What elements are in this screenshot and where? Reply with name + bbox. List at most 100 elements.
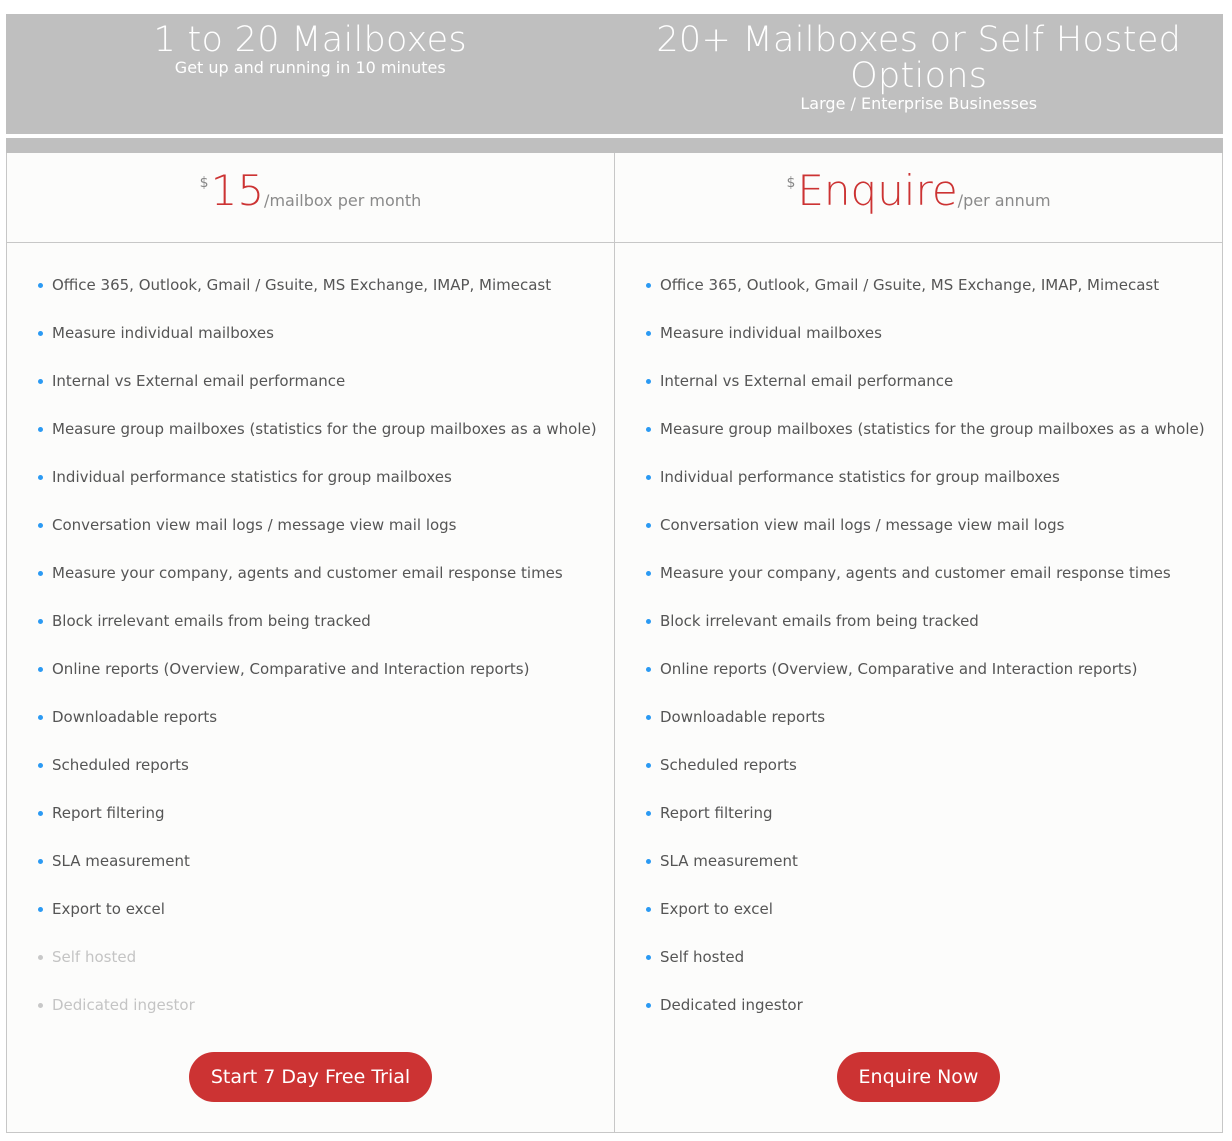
bullet-icon <box>38 763 43 768</box>
feature-label: Export to excel <box>52 900 165 918</box>
feature-label: Measure group mailboxes (statistics for … <box>52 420 597 438</box>
feature-item: Downloadable reports <box>645 705 1222 753</box>
feature-label: Scheduled reports <box>52 756 189 774</box>
bullet-icon <box>38 1003 43 1008</box>
feature-label: Online reports (Overview, Comparative an… <box>52 660 530 678</box>
feature-label: Downloadable reports <box>660 708 826 726</box>
feature-label: Measure individual mailboxes <box>660 324 882 342</box>
feature-item: Conversation view mail logs / message vi… <box>645 513 1222 561</box>
price-period: /per annum <box>957 191 1051 210</box>
feature-item: Online reports (Overview, Comparative an… <box>645 657 1222 705</box>
bullet-icon <box>646 1003 651 1008</box>
plan-header-enterprise: 20+ Mailboxes or Self Hosted Options Lar… <box>615 14 1224 134</box>
bullet-icon <box>646 331 651 336</box>
plan-title: 20+ Mailboxes or Self Hosted Options <box>656 20 1182 96</box>
feature-label: Internal vs External email performance <box>52 372 346 390</box>
feature-label: Measure your company, agents and custome… <box>52 564 563 582</box>
feature-label: Office 365, Outlook, Gmail / Gsuite, MS … <box>52 276 552 294</box>
feature-item: Block irrelevant emails from being track… <box>645 609 1222 657</box>
feature-label: Report filtering <box>660 804 773 822</box>
feature-item: Dedicated ingestor <box>37 993 614 1041</box>
bullet-icon <box>38 523 43 528</box>
feature-label: Measure individual mailboxes <box>52 324 274 342</box>
feature-label: Individual performance statistics for gr… <box>660 468 1060 486</box>
price-amount: 15 <box>210 166 265 215</box>
feature-item: Downloadable reports <box>37 705 614 753</box>
feature-item: Measure group mailboxes (statistics for … <box>645 417 1222 465</box>
bullet-icon <box>646 475 651 480</box>
bullet-icon <box>646 523 651 528</box>
bullet-icon <box>38 619 43 624</box>
feature-label: Block irrelevant emails from being track… <box>52 612 371 630</box>
bullet-icon <box>38 715 43 720</box>
bullet-icon <box>38 379 43 384</box>
header-strip <box>6 138 1223 153</box>
feature-label: Office 365, Outlook, Gmail / Gsuite, MS … <box>660 276 1160 294</box>
feature-label: Measure your company, agents and custome… <box>660 564 1171 582</box>
feature-item: SLA measurement <box>37 849 614 897</box>
bullet-icon <box>646 763 651 768</box>
feature-label: Report filtering <box>52 804 165 822</box>
bullet-icon <box>646 283 651 288</box>
feature-label: SLA measurement <box>52 852 190 870</box>
feature-list: Office 365, Outlook, Gmail / Gsuite, MS … <box>615 243 1222 1041</box>
feature-label: Block irrelevant emails from being track… <box>660 612 979 630</box>
feature-label: Individual performance statistics for gr… <box>52 468 452 486</box>
plan-columns: $ 15 /mailbox per month Office 365, Outl… <box>6 153 1223 1133</box>
feature-item: Online reports (Overview, Comparative an… <box>37 657 614 705</box>
feature-item: Export to excel <box>645 897 1222 945</box>
feature-label: Conversation view mail logs / message vi… <box>52 516 457 534</box>
bullet-icon <box>646 907 651 912</box>
feature-label: Export to excel <box>660 900 773 918</box>
feature-item: Measure group mailboxes (statistics for … <box>37 417 614 465</box>
bullet-icon <box>38 475 43 480</box>
feature-item: Self hosted <box>645 945 1222 993</box>
feature-item: Self hosted <box>37 945 614 993</box>
bullet-icon <box>38 331 43 336</box>
bullet-icon <box>646 427 651 432</box>
bullet-icon <box>646 379 651 384</box>
feature-item: Report filtering <box>37 801 614 849</box>
feature-item: Dedicated ingestor <box>645 993 1222 1041</box>
bullet-icon <box>38 907 43 912</box>
start-free-trial-button[interactable]: Start 7 Day Free Trial <box>188 1052 433 1102</box>
price-period: /mailbox per month <box>264 191 422 210</box>
bullet-icon <box>646 715 651 720</box>
feature-label: Online reports (Overview, Comparative an… <box>660 660 1138 678</box>
feature-item: Internal vs External email performance <box>37 369 614 417</box>
feature-item: SLA measurement <box>645 849 1222 897</box>
bullet-icon <box>646 811 651 816</box>
feature-item: Office 365, Outlook, Gmail / Gsuite, MS … <box>37 273 614 321</box>
currency-symbol: $ <box>199 175 209 191</box>
plan-subtitle: Large / Enterprise Businesses <box>800 94 1038 113</box>
price-amount: Enquire <box>797 166 958 215</box>
bullet-icon <box>646 859 651 864</box>
bullet-icon <box>38 667 43 672</box>
feature-list: Office 365, Outlook, Gmail / Gsuite, MS … <box>7 243 614 1041</box>
feature-item: Scheduled reports <box>645 753 1222 801</box>
feature-item: Individual performance statistics for gr… <box>645 465 1222 513</box>
feature-item: Measure individual mailboxes <box>37 321 614 369</box>
feature-label: Dedicated ingestor <box>660 996 803 1014</box>
bullet-icon <box>38 859 43 864</box>
feature-item: Conversation view mail logs / message vi… <box>37 513 614 561</box>
feature-item: Block irrelevant emails from being track… <box>37 609 614 657</box>
plan-header-starter: 1 to 20 Mailboxes Get up and running in … <box>6 14 615 134</box>
bullet-icon <box>38 811 43 816</box>
bullet-icon <box>38 955 43 960</box>
bullet-icon <box>646 571 651 576</box>
feature-item: Measure individual mailboxes <box>645 321 1222 369</box>
feature-item: Internal vs External email performance <box>645 369 1222 417</box>
feature-label: Self hosted <box>660 948 745 966</box>
plan-column-starter: $ 15 /mailbox per month Office 365, Outl… <box>7 153 614 1132</box>
feature-item: Individual performance statistics for gr… <box>37 465 614 513</box>
feature-label: Measure group mailboxes (statistics for … <box>660 420 1205 438</box>
feature-item: Report filtering <box>645 801 1222 849</box>
plan-subtitle: Get up and running in 10 minutes <box>174 58 446 77</box>
price: $ Enquire /per annum <box>615 153 1222 243</box>
plan-column-enterprise: $ Enquire /per annum Office 365, Outlook… <box>614 153 1222 1132</box>
feature-item: Office 365, Outlook, Gmail / Gsuite, MS … <box>645 273 1222 321</box>
feature-label: Downloadable reports <box>52 708 218 726</box>
enquire-now-button[interactable]: Enquire Now <box>836 1052 1001 1102</box>
bullet-icon <box>38 283 43 288</box>
